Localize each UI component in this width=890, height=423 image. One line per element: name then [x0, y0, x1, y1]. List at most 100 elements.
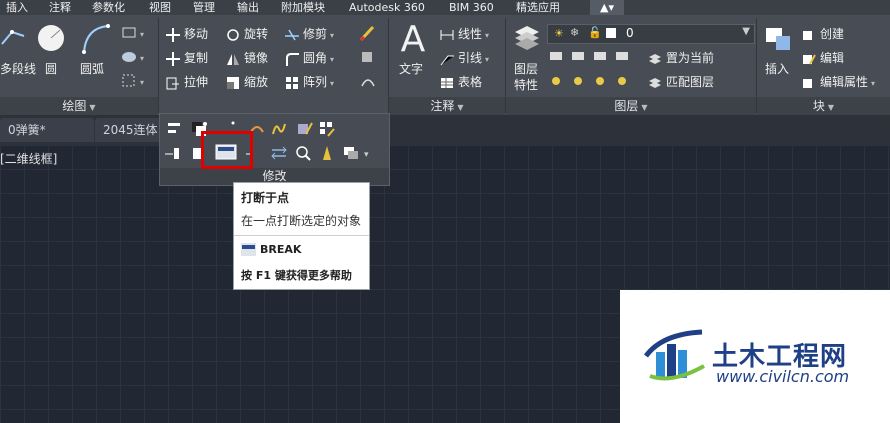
- layer-color-swatch: [606, 28, 616, 38]
- insert-block-icon[interactable]: [762, 22, 794, 56]
- menu-manage[interactable]: 管理: [193, 0, 215, 15]
- tooltip-help: 按 F1 键获得更多帮助: [241, 269, 352, 282]
- scale-icon: [226, 76, 240, 90]
- tooltip-divider: [234, 235, 369, 236]
- move-icon: [166, 27, 180, 42]
- document-tab-1[interactable]: 0弹簧*: [0, 118, 94, 142]
- layer-tools-row1[interactable]: [548, 48, 638, 66]
- layer-dropdown[interactable]: ☀ ❄ 🔓 0 ▼: [547, 24, 755, 44]
- block-panel-title[interactable]: 块 ▼: [757, 97, 890, 115]
- reverse-arrows-icon[interactable]: [270, 144, 288, 162]
- menu-annotate[interactable]: 注释: [49, 0, 71, 15]
- stretch-icon: [166, 76, 180, 90]
- edit-block-button[interactable]: 编辑: [802, 48, 844, 68]
- table-button[interactable]: 表格: [440, 72, 482, 92]
- arc-label: 圆弧: [80, 62, 105, 76]
- offset-icon[interactable]: [358, 72, 378, 90]
- edit-attributes-button[interactable]: 编辑属性 ▾: [802, 72, 875, 92]
- text-label: 文字: [399, 62, 424, 76]
- join-icon[interactable]: [224, 114, 242, 132]
- draw-order-front-icon[interactable]: ▾: [342, 144, 382, 162]
- array-button[interactable]: 阵列 ▾: [285, 72, 334, 92]
- viewport-style-label[interactable]: [二维线框]: [0, 150, 57, 167]
- menu-autodesk360[interactable]: Autodesk 360: [349, 0, 425, 15]
- modify-panel-expanded: ▾ -⊣ 修改: [159, 113, 390, 186]
- menu-insert[interactable]: 插入: [6, 0, 28, 15]
- layers-panel-title[interactable]: 图层 ▼: [506, 97, 756, 115]
- circle-label: 圆: [45, 62, 58, 76]
- circle-icon[interactable]: [36, 22, 68, 56]
- svg-text:▾: ▾: [140, 78, 144, 87]
- create-block-button[interactable]: 创建: [802, 24, 844, 44]
- edit-attributes-icon: [802, 76, 816, 90]
- menu-bim360[interactable]: BIM 360: [449, 0, 494, 15]
- lengthen-icon[interactable]: [164, 144, 182, 162]
- hatch-icon[interactable]: ▾: [120, 48, 150, 66]
- highlight-box: [201, 131, 253, 169]
- leader-button[interactable]: 引线 ▾: [440, 48, 489, 68]
- watermark-url: www.civilcn.com: [716, 367, 850, 386]
- spline-edit-icon[interactable]: [270, 120, 288, 138]
- set-by-layer-icon[interactable]: [318, 144, 336, 162]
- edit-block-icon: [802, 52, 816, 66]
- draw-panel-title[interactable]: 绘图 ▼: [0, 97, 158, 115]
- svg-text:▾: ▾: [140, 30, 144, 39]
- set-current-icon: [648, 52, 662, 66]
- text-icon[interactable]: A: [396, 20, 430, 60]
- trim-button[interactable]: 修剪 ▾: [285, 24, 334, 44]
- rectangle-icon[interactable]: ▾: [120, 24, 150, 42]
- arc-icon[interactable]: [80, 22, 112, 56]
- polyline-label: 多段线: [0, 62, 37, 76]
- layer-tools-row2[interactable]: [548, 72, 638, 90]
- scale-button[interactable]: 缩放: [226, 72, 268, 92]
- rotate-icon: [226, 28, 240, 42]
- ribbon-toggle-icon[interactable]: ▲▾: [590, 0, 624, 15]
- rotate-button[interactable]: 旋转: [226, 24, 268, 44]
- menu-parametric[interactable]: 参数化: [92, 0, 125, 15]
- edit-hatch-icon[interactable]: [296, 120, 314, 138]
- linear-dimension-button[interactable]: 线性 ▾: [440, 24, 489, 44]
- overkill-icon[interactable]: [294, 144, 312, 162]
- array-icon: [285, 76, 299, 90]
- region-icon[interactable]: ▾: [120, 72, 150, 90]
- current-layer-name: 0: [626, 26, 634, 40]
- mirror-button[interactable]: 镜像: [226, 48, 268, 68]
- svg-text:▾: ▾: [140, 54, 144, 63]
- align-icon[interactable]: [166, 120, 184, 138]
- set-current-button[interactable]: 置为当前: [648, 48, 714, 68]
- match-layer-icon: [648, 76, 662, 90]
- polyline-icon[interactable]: [0, 22, 30, 56]
- chevron-down-icon: ▼: [742, 26, 750, 37]
- copy-button[interactable]: 复制: [166, 48, 208, 68]
- lock-icon: 🔓: [588, 26, 602, 39]
- lightbulb-icon: ☀: [554, 27, 564, 40]
- match-layer-button[interactable]: 匹配图层: [648, 72, 714, 92]
- edit-array-icon[interactable]: [318, 120, 336, 138]
- copy-icon: [166, 51, 180, 66]
- layer-properties-icon[interactable]: [512, 22, 542, 56]
- linear-dimension-icon: [440, 28, 454, 42]
- layer-properties-label1: 图层: [514, 62, 539, 76]
- explode-icon[interactable]: [358, 48, 378, 66]
- tooltip-title: 打断于点: [241, 191, 290, 205]
- freeze-icon: ❄: [570, 26, 580, 39]
- civilcn-logo-icon: [642, 326, 710, 382]
- fillet-button[interactable]: 圆角 ▾: [285, 48, 334, 68]
- tooltip: 打断于点 在一点打断选定的对象 BREAK 按 F1 键获得更多帮助: [233, 182, 370, 290]
- create-block-icon: [802, 28, 816, 42]
- mirror-icon: [226, 52, 240, 66]
- erase-icon[interactable]: [358, 24, 378, 42]
- table-icon: [440, 76, 454, 90]
- annotation-panel-title[interactable]: 注释 ▼: [389, 97, 505, 115]
- layer-properties-label2: 特性: [514, 78, 539, 92]
- stretch-button[interactable]: 拉伸: [166, 72, 208, 92]
- tooltip-description: 在一点打断选定的对象: [241, 214, 362, 228]
- menu-addins[interactable]: 附加模块: [281, 0, 325, 15]
- move-button[interactable]: 移动: [166, 24, 208, 44]
- svg-text:▾: ▾: [364, 150, 369, 160]
- menu-output[interactable]: 输出: [237, 0, 259, 15]
- watermark: 土木工程网 www.civilcn.com: [620, 290, 890, 423]
- menu-featured-apps[interactable]: 精选应用: [516, 0, 560, 15]
- menu-view[interactable]: 视图: [149, 0, 171, 15]
- tooltip-command: BREAK: [260, 243, 302, 256]
